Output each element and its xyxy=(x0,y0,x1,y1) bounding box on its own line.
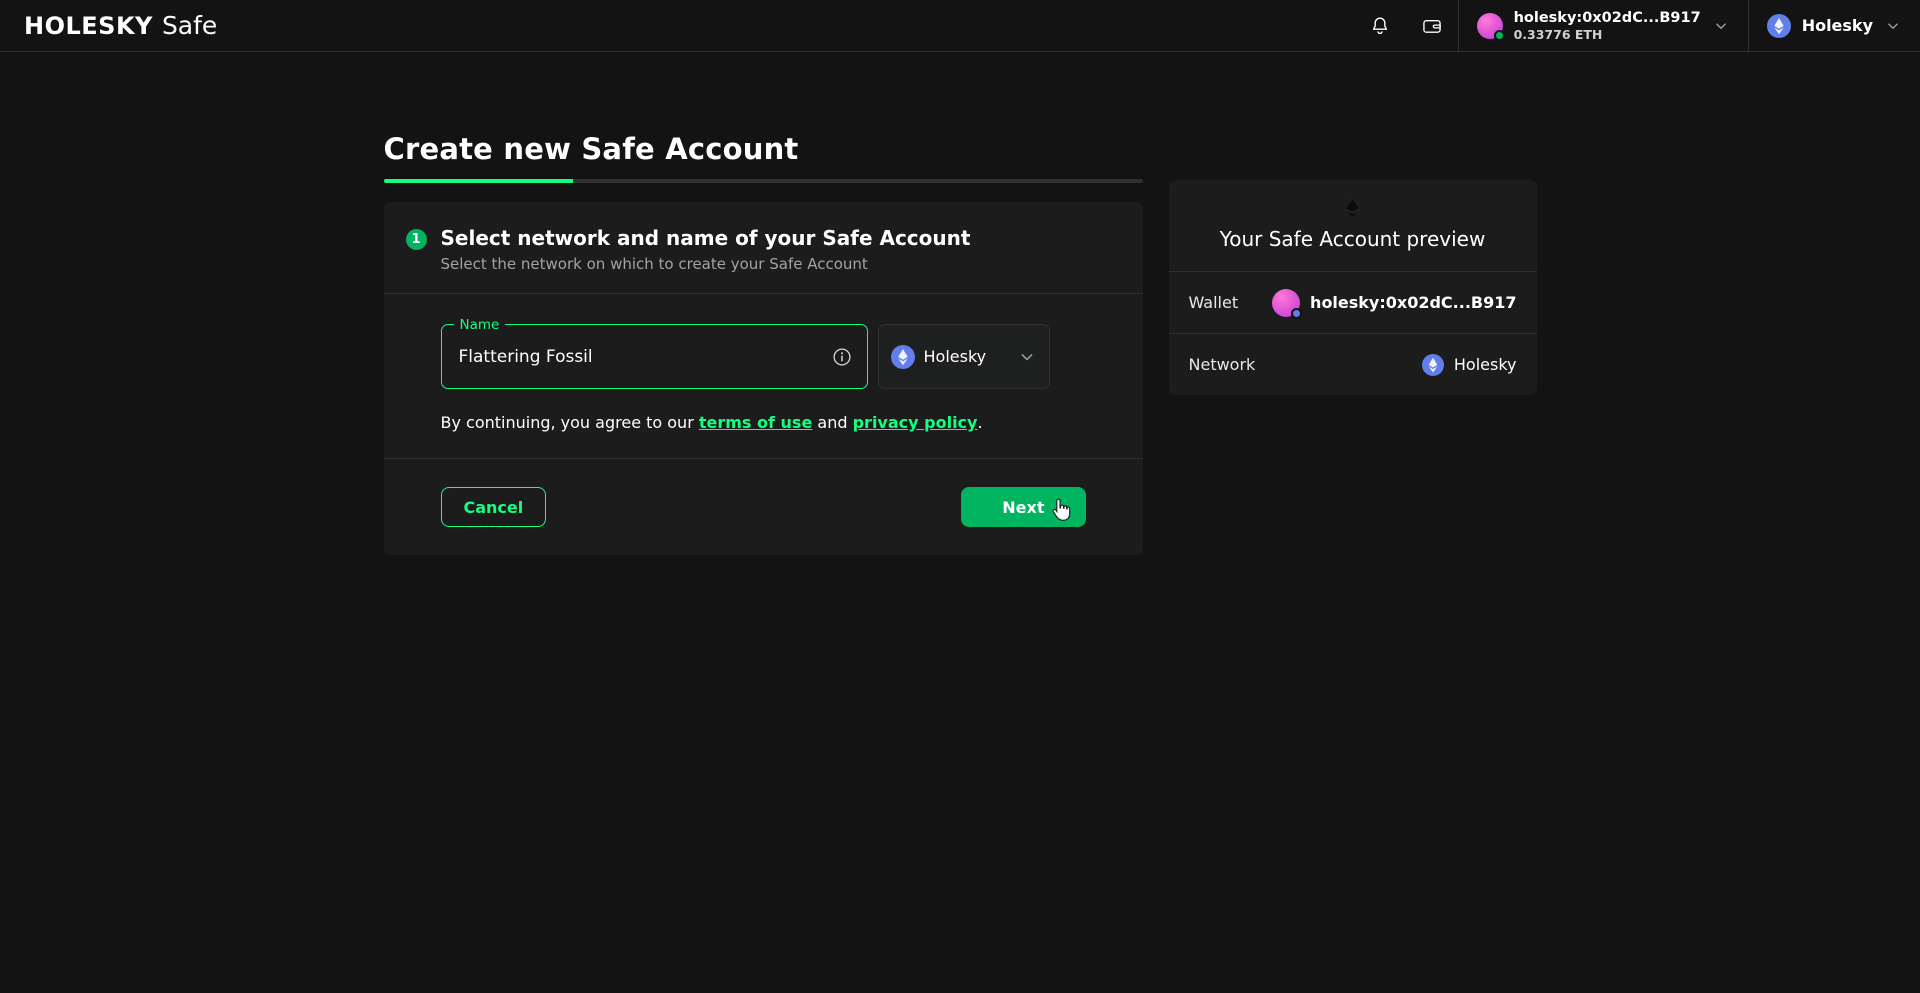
preview-wallet-address: holesky:0x02dC...B917 xyxy=(1310,293,1516,312)
ethereum-icon xyxy=(1767,14,1791,38)
step-header: 1 Select network and name of your Safe A… xyxy=(384,202,1143,293)
header-network-label: Holesky xyxy=(1802,16,1873,35)
top-header: HOLESKY Safe holesk xyxy=(0,0,1920,52)
header-actions: holesky:0x02dC...B917 0.33776 ETH Holesk… xyxy=(1354,0,1920,51)
network-select-label: Holesky xyxy=(924,347,987,366)
step-subtitle: Select the network on which to create yo… xyxy=(441,255,971,273)
app-logo-network: HOLESKY xyxy=(24,12,153,40)
step-body: Name xyxy=(384,294,1143,458)
preview-network-value: Holesky xyxy=(1454,355,1517,374)
preview-network-row: Network Holesky xyxy=(1169,333,1537,395)
chevron-down-icon xyxy=(1712,17,1730,35)
wallet-avatar xyxy=(1477,13,1503,39)
preview-card: Your Safe Account preview Wallet holesky… xyxy=(1169,180,1537,395)
terms-of-use-link[interactable]: terms of use xyxy=(699,413,812,432)
terms-text: By continuing, you agree to our terms of… xyxy=(441,413,1086,432)
wallet-button[interactable] xyxy=(1406,0,1458,51)
step-number-badge: 1 xyxy=(406,229,427,250)
cancel-button[interactable]: Cancel xyxy=(441,487,547,527)
name-field-label: Name xyxy=(454,317,506,333)
name-field: Name xyxy=(441,324,868,389)
chevron-down-icon xyxy=(1017,347,1037,367)
wallet-avatar-badge xyxy=(1494,30,1505,41)
privacy-policy-link[interactable]: privacy policy xyxy=(853,413,978,432)
preview-network-label: Network xyxy=(1189,355,1256,374)
black-diamond-logo-icon xyxy=(1344,198,1361,218)
wallet-info: holesky:0x02dC...B917 0.33776 ETH xyxy=(1514,9,1701,43)
stepper-progress-bar xyxy=(384,179,574,183)
info-button[interactable] xyxy=(827,342,857,372)
step-footer: Cancel Next xyxy=(384,458,1143,555)
chevron-down-icon xyxy=(1884,17,1902,35)
step-card: 1 Select network and name of your Safe A… xyxy=(384,202,1143,555)
page-title: Create new Safe Account xyxy=(384,132,1143,166)
info-icon xyxy=(831,346,853,368)
app-logo[interactable]: HOLESKY Safe xyxy=(0,0,241,51)
stepper-progress-track xyxy=(384,179,1143,183)
network-select[interactable]: Holesky xyxy=(878,324,1050,389)
connected-wallet-menu[interactable]: holesky:0x02dC...B917 0.33776 ETH xyxy=(1458,0,1748,51)
preview-title: Your Safe Account preview xyxy=(1220,227,1486,251)
notifications-button[interactable] xyxy=(1354,0,1406,51)
next-button[interactable]: Next xyxy=(961,487,1085,527)
preview-wallet-row: Wallet holesky:0x02dC...B917 xyxy=(1169,271,1537,333)
preview-wallet-label: Wallet xyxy=(1189,293,1239,312)
name-input[interactable] xyxy=(442,325,867,388)
step-title: Select network and name of your Safe Acc… xyxy=(441,226,971,250)
bell-icon xyxy=(1369,15,1391,37)
preview-header: Your Safe Account preview xyxy=(1169,180,1537,271)
ethereum-icon xyxy=(1422,354,1444,376)
main-content: Create new Safe Account 1 Select network… xyxy=(0,52,1920,555)
wallet-icon xyxy=(1421,15,1443,37)
wallet-address: holesky:0x02dC...B917 xyxy=(1514,9,1701,27)
preview-wallet-avatar xyxy=(1272,289,1300,317)
app-logo-brand: Safe xyxy=(162,11,217,40)
ethereum-icon xyxy=(891,345,915,369)
preview-avatar-badge xyxy=(1291,308,1302,319)
wallet-balance: 0.33776 ETH xyxy=(1514,27,1701,43)
network-selector[interactable]: Holesky xyxy=(1748,0,1920,51)
